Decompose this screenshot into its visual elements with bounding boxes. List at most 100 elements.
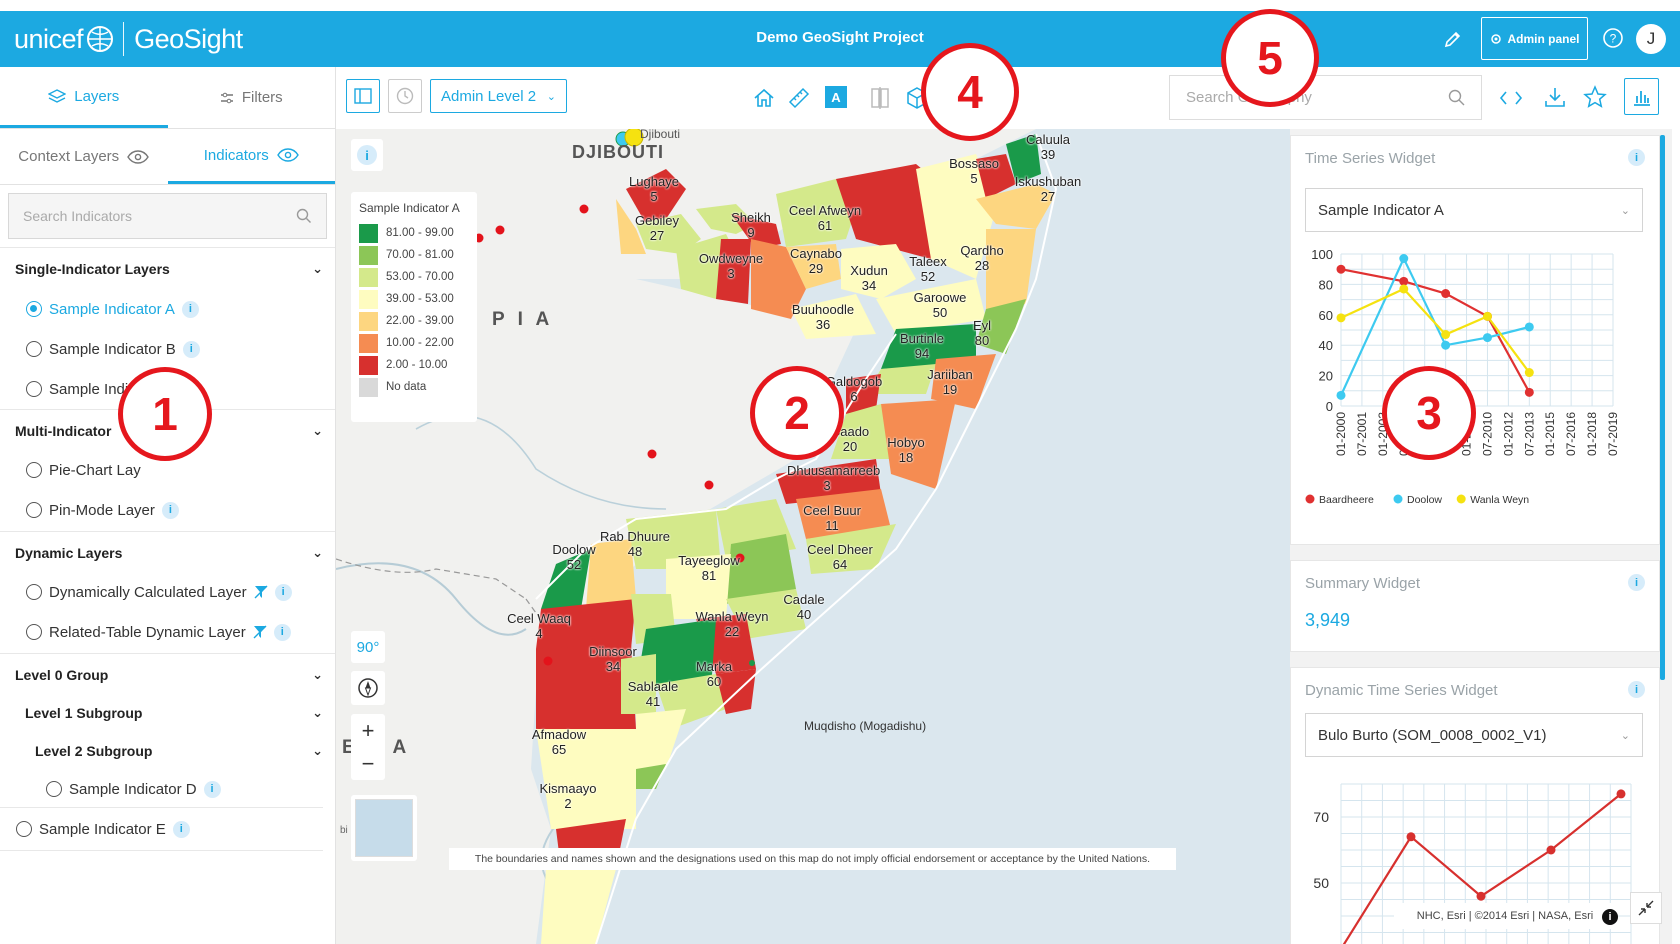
zoom-out-button[interactable]: − bbox=[362, 747, 375, 780]
compare-icon[interactable] bbox=[866, 84, 894, 112]
radio[interactable] bbox=[46, 781, 62, 797]
district-name: Doolow bbox=[552, 542, 596, 557]
tab-filters[interactable]: Filters bbox=[168, 67, 336, 128]
info-icon[interactable]: i bbox=[181, 300, 199, 318]
district-name: Buuhoodle bbox=[791, 302, 855, 317]
embed-code-icon[interactable] bbox=[1497, 84, 1525, 112]
rotation-button[interactable]: 90° bbox=[351, 631, 385, 663]
info-icon[interactable]: i bbox=[203, 780, 221, 798]
layer-item-sample-indicator-b[interactable]: Sample Indicator B i bbox=[0, 329, 335, 369]
district-label: Ceel Afweyn 61 bbox=[785, 203, 865, 233]
admin-level-select[interactable]: Admin Level 2 ⌄ bbox=[430, 79, 567, 113]
time-series-chart[interactable]: 02040608010001-200007-200101-200307-2004… bbox=[1291, 236, 1661, 516]
info-icon[interactable]: i bbox=[1628, 574, 1645, 591]
chevron-down-icon[interactable]: ⌄ bbox=[312, 423, 323, 439]
group-level-1[interactable]: Level 1 Subgroup ⌄ bbox=[0, 695, 335, 731]
credits-info-icon[interactable]: i bbox=[1602, 909, 1618, 925]
bookmark-star-icon[interactable] bbox=[1581, 83, 1609, 111]
help-icon[interactable]: ? bbox=[1600, 25, 1626, 51]
home-icon[interactable] bbox=[750, 84, 778, 112]
legend-entry: 53.00 - 70.00 bbox=[359, 266, 469, 288]
chevron-down-icon[interactable]: ⌄ bbox=[312, 705, 323, 721]
radio[interactable] bbox=[26, 584, 42, 600]
compass-button[interactable] bbox=[351, 671, 385, 705]
radio-selected[interactable] bbox=[26, 301, 42, 317]
layers-icon bbox=[48, 89, 67, 103]
info-icon[interactable]: i bbox=[273, 623, 291, 641]
layer-item-sample-indicator-d[interactable]: Sample Indicator D i bbox=[0, 771, 335, 807]
geography-search-input[interactable]: Search Geography bbox=[1169, 75, 1482, 120]
tab-filters-label: Filters bbox=[241, 89, 283, 106]
radio[interactable] bbox=[26, 462, 42, 478]
tab-context-layers[interactable]: Context Layers bbox=[0, 129, 168, 184]
indicator-search-input[interactable]: Search Indicators bbox=[8, 193, 327, 239]
radio[interactable] bbox=[26, 502, 42, 518]
info-icon[interactable]: i bbox=[182, 340, 200, 358]
indicator-select[interactable]: Sample Indicator A ⌄ bbox=[1305, 188, 1643, 232]
radio[interactable] bbox=[26, 341, 42, 357]
filter-off-icon[interactable] bbox=[253, 625, 267, 639]
district-label: Cadale 40 bbox=[764, 592, 844, 622]
toggle-sidebar-button[interactable] bbox=[346, 79, 380, 113]
layer-item-dynamically-calculated[interactable]: Dynamically Calculated Layer i bbox=[0, 573, 335, 611]
app-logo[interactable]: unicef GeoSight bbox=[14, 22, 243, 56]
info-icon[interactable]: i bbox=[274, 583, 292, 601]
eye-icon[interactable] bbox=[276, 148, 299, 162]
download-icon[interactable] bbox=[1541, 83, 1569, 111]
radio[interactable] bbox=[26, 624, 42, 640]
chevron-down-icon[interactable]: ⌄ bbox=[312, 667, 323, 683]
district-name: Ceel Buur bbox=[803, 503, 861, 518]
chevron-down-icon[interactable]: ⌄ bbox=[312, 261, 323, 277]
red-point[interactable] bbox=[543, 656, 553, 666]
district-sablaale[interactable] bbox=[636, 709, 686, 769]
map-view[interactable]: DJIBOUTI Djibouti P I A ia E Y A Muqdish… bbox=[336, 129, 1290, 944]
eye-icon[interactable] bbox=[127, 149, 150, 164]
label-toggle-icon[interactable]: A bbox=[825, 86, 847, 108]
layer-item-sample-indicator-e[interactable]: Sample Indicator E i bbox=[0, 807, 323, 851]
red-point[interactable] bbox=[704, 480, 714, 490]
data-point bbox=[1616, 789, 1626, 799]
map-info-button[interactable]: i bbox=[351, 139, 383, 171]
info-icon[interactable]: i bbox=[1628, 681, 1645, 698]
layer-item-related-table-dynamic[interactable]: Related-Table Dynamic Layer i bbox=[0, 611, 335, 653]
radio[interactable] bbox=[26, 381, 42, 397]
red-point[interactable] bbox=[647, 449, 657, 459]
layer-item-sample-indicator-a[interactable]: Sample Indicator A i bbox=[0, 289, 335, 329]
geography-select[interactable]: Bulo Burto (SOM_0008_0002_V1) ⌄ bbox=[1305, 713, 1643, 757]
data-point bbox=[1524, 387, 1534, 397]
tab-layers-label: Layers bbox=[74, 87, 120, 105]
tab-indicators[interactable]: Indicators bbox=[167, 129, 335, 184]
layer-item-pin-mode[interactable]: Pin-Mode Layer i bbox=[0, 489, 335, 531]
tab-layers[interactable]: Layers bbox=[0, 67, 168, 128]
x-tick-label: 07-2013 bbox=[1522, 412, 1536, 456]
ruler-icon[interactable] bbox=[785, 84, 813, 112]
info-icon[interactable]: i bbox=[1628, 149, 1645, 166]
chevron-down-icon[interactable]: ⌄ bbox=[312, 743, 323, 759]
group-single-indicator-layers[interactable]: Single-Indicator Layers ⌄ bbox=[0, 247, 335, 289]
basemap-switcher[interactable] bbox=[351, 795, 417, 861]
group-level-2[interactable]: Level 2 Subgroup ⌄ bbox=[0, 731, 335, 771]
widgets-toggle-button[interactable] bbox=[1624, 78, 1659, 115]
red-point[interactable] bbox=[579, 204, 589, 214]
edit-pencil-icon[interactable] bbox=[1440, 26, 1466, 52]
legend-swatch bbox=[359, 377, 378, 397]
panel-scrollbar[interactable] bbox=[1660, 135, 1665, 680]
radio[interactable] bbox=[16, 821, 32, 837]
layer-label: Sample Indicator D bbox=[69, 780, 197, 798]
filter-off-icon[interactable] bbox=[254, 585, 268, 599]
user-avatar[interactable]: J bbox=[1636, 24, 1666, 54]
collapse-panel-button[interactable] bbox=[1630, 892, 1662, 924]
info-icon[interactable]: i bbox=[161, 501, 179, 519]
district-name: Caluula bbox=[1025, 132, 1071, 147]
group-level-0[interactable]: Level 0 Group ⌄ bbox=[0, 653, 335, 695]
zoom-in-button[interactable]: + bbox=[362, 714, 375, 747]
time-slider-button[interactable] bbox=[388, 79, 422, 113]
district-badhaadhe[interactable] bbox=[541, 869, 616, 944]
district-label: Bossaso 5 bbox=[934, 156, 1014, 186]
legend-entry: 81.00 - 99.00 bbox=[359, 222, 469, 244]
chevron-down-icon[interactable]: ⌄ bbox=[312, 545, 323, 561]
red-point[interactable] bbox=[495, 225, 505, 235]
info-icon[interactable]: i bbox=[172, 820, 190, 838]
admin-panel-button[interactable]: Admin panel bbox=[1481, 17, 1588, 60]
group-dynamic-layers[interactable]: Dynamic Layers ⌄ bbox=[0, 531, 335, 573]
